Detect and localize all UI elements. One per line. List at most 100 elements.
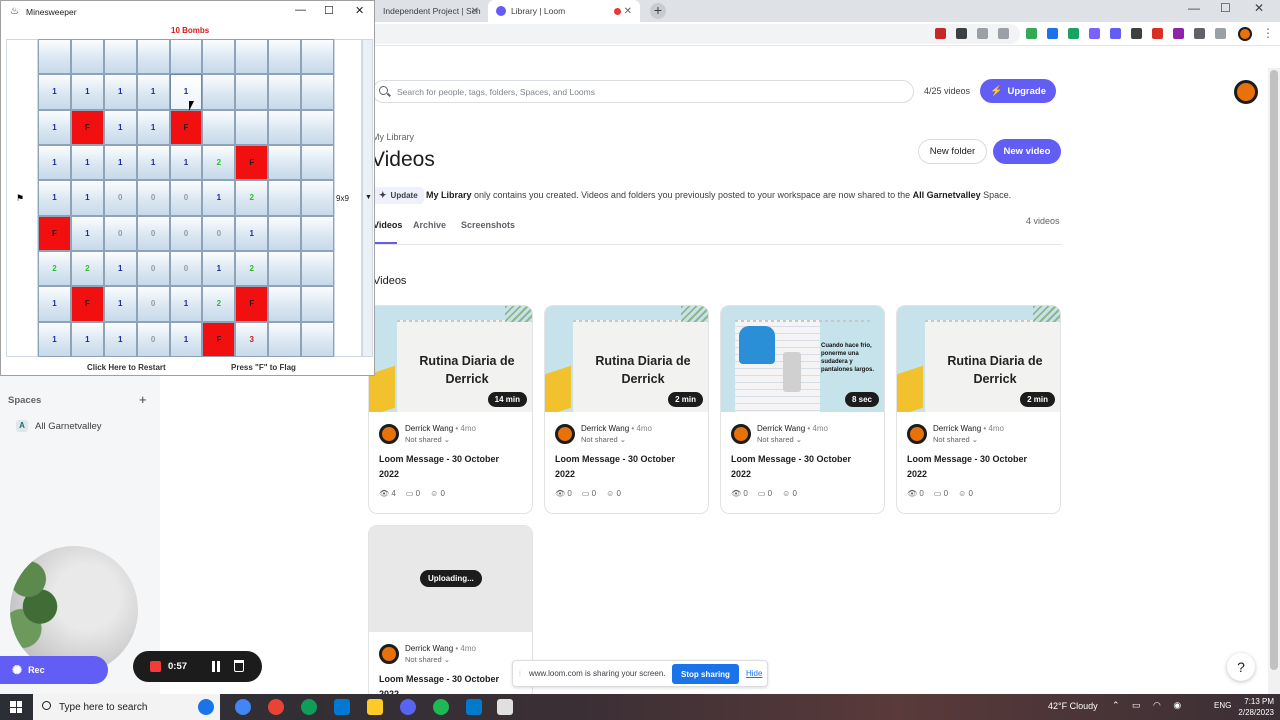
new-video-button[interactable]: New video (993, 139, 1061, 164)
board-cell[interactable]: 0 (202, 215, 236, 251)
board-cell[interactable] (202, 39, 236, 75)
board-cell[interactable]: 1 (235, 215, 269, 251)
board-cell[interactable]: 1 (103, 250, 137, 287)
stop-sharing-button[interactable]: Stop sharing (672, 664, 739, 684)
board-cell[interactable]: 0 (136, 180, 170, 216)
clock[interactable]: 7:13 PM 2/28/2023 (1238, 696, 1274, 718)
pause-icon[interactable] (212, 661, 220, 672)
board-cell[interactable]: F (38, 215, 71, 251)
board-cell[interactable]: 0 (136, 321, 170, 357)
board-cell[interactable]: 1 (38, 286, 71, 322)
trash-icon[interactable] (234, 660, 244, 672)
stop-recording-button[interactable] (150, 661, 161, 672)
video-thumbnail[interactable]: Rutina Diaria de Derrick 2 min (545, 306, 708, 412)
board-cell[interactable]: 0 (103, 215, 137, 251)
board-cell[interactable]: 2 (70, 250, 104, 287)
board-cell[interactable] (268, 286, 302, 322)
board-cell[interactable]: 1 (136, 74, 170, 110)
board-cell[interactable]: 2 (235, 180, 269, 216)
board-cell[interactable] (202, 74, 236, 110)
board-cell[interactable]: F (235, 286, 269, 322)
board-cell[interactable]: 1 (103, 321, 137, 357)
uploading-video-card[interactable]: Uploading... Derrick Wang • 4mo Not shar… (368, 525, 533, 700)
board-cell[interactable]: 1 (169, 321, 203, 357)
help-button[interactable]: ? (1227, 653, 1255, 681)
mail-icon[interactable] (334, 699, 350, 715)
dropdown-arrow-icon[interactable]: ▼ (365, 194, 372, 201)
board-cell[interactable] (301, 180, 334, 216)
video-title[interactable]: Loom Message - 30 October 2022 (731, 452, 871, 482)
chrome-profile-icon[interactable] (268, 699, 284, 715)
file-explorer-icon[interactable] (367, 699, 383, 715)
vscode-icon[interactable] (466, 699, 482, 715)
board-size-selector[interactable]: 9x9 (336, 194, 349, 203)
restart-button[interactable]: Click Here to Restart (87, 363, 166, 372)
address-bar[interactable] (300, 24, 1020, 44)
upgrade-button[interactable]: ⚡ Upgrade (980, 79, 1056, 103)
profile-avatar[interactable] (1238, 27, 1252, 41)
extension-purple-icon[interactable] (1173, 28, 1184, 39)
board-cell[interactable]: 2 (202, 286, 236, 322)
extension-docs-icon[interactable] (1047, 28, 1058, 39)
board-cell[interactable]: 0 (169, 180, 203, 216)
language-indicator[interactable]: ENG (1214, 701, 1231, 710)
tab-close-icon[interactable]: ✕ (624, 6, 632, 17)
board-cell[interactable]: 1 (70, 321, 104, 357)
board-cell[interactable] (268, 180, 302, 216)
board-cell[interactable] (301, 74, 334, 110)
board-cell[interactable] (301, 250, 334, 287)
board-cell[interactable]: 0 (136, 215, 170, 251)
share-icon[interactable] (977, 28, 988, 39)
tab-independent-project[interactable]: Independent Project | Sch ✕ (375, 0, 487, 22)
board-cell[interactable] (103, 39, 137, 75)
video-title[interactable]: Loom Message - 30 October 2022 (907, 452, 1047, 482)
board-cell[interactable] (301, 109, 334, 145)
board-cell[interactable] (169, 39, 203, 75)
page-scrollbar[interactable] (1268, 68, 1280, 694)
board-cell[interactable]: 1 (169, 74, 203, 110)
board-cell[interactable]: F (70, 286, 104, 322)
board-cell[interactable] (301, 144, 334, 181)
extension-grammarly-icon[interactable] (1068, 28, 1079, 39)
board-cell[interactable]: 3 (235, 321, 269, 357)
sharing-dropdown[interactable]: Not shared ⌄ (933, 435, 978, 444)
board-cell[interactable]: 1 (169, 286, 203, 322)
video-card[interactable]: Rutina Diaria de Derrick 2 min Derrick W… (544, 305, 709, 514)
side-panel-icon[interactable] (1215, 28, 1226, 39)
board-cell[interactable]: F (70, 109, 104, 145)
sharing-dropdown[interactable]: Not shared ⌄ (581, 435, 626, 444)
board-cell[interactable]: 0 (169, 250, 203, 287)
minesweeper-maximize-button[interactable]: ☐ (324, 4, 334, 17)
board-cell[interactable]: 1 (38, 144, 71, 181)
video-quota[interactable]: 4/25 videos (924, 86, 970, 96)
video-title[interactable]: Loom Message - 30 October 2022 (555, 452, 695, 482)
taskbar-search-input[interactable]: Type here to search (33, 694, 220, 720)
browser-maximize-button[interactable]: ☐ (1220, 1, 1231, 15)
video-title[interactable]: Loom Message - 30 October 2022 (379, 452, 519, 482)
cast-icon[interactable] (935, 28, 946, 39)
video-card[interactable]: Rutina Diaria de Derrick 2 min Derrick W… (896, 305, 1061, 514)
board-cell[interactable]: 1 (38, 74, 71, 110)
board-cell[interactable]: 1 (70, 180, 104, 216)
board-cell[interactable] (38, 39, 71, 75)
webcam-bubble[interactable] (10, 546, 138, 674)
board-cell[interactable]: 0 (136, 250, 170, 287)
board-cell[interactable]: 1 (38, 180, 71, 216)
board-cell[interactable] (268, 39, 302, 75)
extension-shield-icon[interactable] (1026, 28, 1037, 39)
board-cell[interactable]: 1 (38, 109, 71, 145)
bookmark-star-icon[interactable] (998, 28, 1009, 39)
spotify-icon[interactable] (433, 699, 449, 715)
video-card[interactable]: Rutina Diaria de Derrick 14 min Derrick … (368, 305, 533, 514)
board-cell[interactable]: 0 (169, 215, 203, 251)
scrollbar-thumb[interactable] (1270, 70, 1278, 670)
recorder-chip[interactable]: ✺ Rec (0, 656, 108, 684)
tab-screenshots[interactable]: Screenshots (461, 220, 515, 230)
board-cell[interactable]: 1 (103, 109, 137, 145)
board-cell[interactable]: 2 (38, 250, 71, 287)
breadcrumb[interactable]: My Library (372, 132, 414, 142)
board-cell[interactable] (268, 74, 302, 110)
board-cell[interactable] (70, 39, 104, 75)
board-cell[interactable]: 1 (136, 109, 170, 145)
video-card[interactable]: Cuando hace frio, ponerme una sudadera y… (720, 305, 885, 514)
